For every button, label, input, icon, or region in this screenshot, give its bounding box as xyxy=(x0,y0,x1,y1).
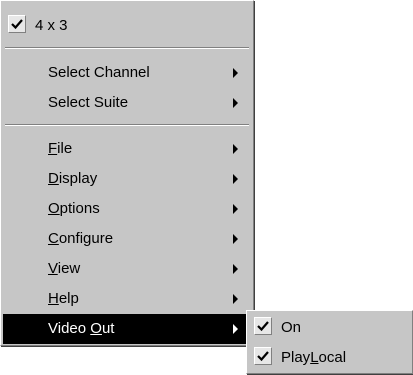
menu-item-select-channel[interactable]: Select Channel xyxy=(3,58,251,88)
menu-item-label-rest: elp xyxy=(58,290,79,307)
submenu-arrow-icon xyxy=(233,324,238,334)
submenu-arrow-icon xyxy=(233,144,238,154)
menu-item-label: On xyxy=(281,319,302,336)
menu-item-label: Select Suite xyxy=(48,94,129,111)
menu-item-label-pre: Video xyxy=(48,320,91,337)
checkmark-icon xyxy=(254,317,272,335)
accelerator-key: F xyxy=(48,140,58,157)
menu-item-select-suite[interactable]: Select Suite xyxy=(3,88,251,118)
menu-item-4x3[interactable]: 4 x 3 xyxy=(3,11,251,41)
menu-separator xyxy=(5,124,249,126)
context-menu: 4 x 3 Select Channel Select Suite File D… xyxy=(0,0,254,346)
checkmark-icon xyxy=(254,347,272,365)
video-out-submenu: On PlayLocal xyxy=(246,310,413,374)
submenu-arrow-icon xyxy=(233,68,238,78)
menu-item-label-rest: iew xyxy=(57,260,81,277)
menu-item-configure[interactable]: Configure xyxy=(3,224,251,254)
submenu-arrow-icon xyxy=(233,204,238,214)
menu-item-display[interactable]: Display xyxy=(3,164,251,194)
menu-item-help[interactable]: Help xyxy=(3,284,251,314)
submenu-arrow-icon xyxy=(233,264,238,274)
menu-item-label: PlayLocal xyxy=(281,349,346,367)
menu-item-label-rest: onfigure xyxy=(58,230,114,247)
menu-item-label: Display xyxy=(48,170,97,188)
submenu-arrow-icon xyxy=(233,234,238,244)
menu-item-label: Options xyxy=(48,200,100,218)
menu-item-label: Video Out xyxy=(48,320,114,338)
submenu-item-on[interactable]: On xyxy=(249,313,410,343)
menu-separator xyxy=(5,47,249,49)
submenu-arrow-icon xyxy=(233,174,238,184)
menu-item-options[interactable]: Options xyxy=(3,194,251,224)
menu-item-label-rest: ocal xyxy=(318,349,347,366)
menu-item-view[interactable]: View xyxy=(3,254,251,284)
menu-item-label-rest: isplay xyxy=(58,170,98,187)
menu-item-label: Configure xyxy=(48,230,113,248)
accelerator-key: V xyxy=(48,260,58,277)
menu-item-label: View xyxy=(48,260,80,278)
submenu-item-playlocal[interactable]: PlayLocal xyxy=(249,343,410,373)
accelerator-key: D xyxy=(48,170,59,187)
menu-item-label: Help xyxy=(48,290,79,308)
accelerator-key: O xyxy=(90,320,102,337)
accelerator-key: C xyxy=(48,230,59,247)
menu-item-file[interactable]: File xyxy=(3,134,251,164)
menu-item-label-rest: ut xyxy=(101,320,115,337)
menu-item-label-rest: ile xyxy=(57,140,73,157)
menu-item-label: File xyxy=(48,140,72,158)
menu-item-video-out[interactable]: Video Out xyxy=(3,314,251,344)
accelerator-key: L xyxy=(310,349,319,366)
menu-item-label: Select Channel xyxy=(48,64,150,81)
submenu-arrow-icon xyxy=(233,294,238,304)
submenu-arrow-icon xyxy=(233,98,238,108)
menu-item-label-rest: ptions xyxy=(59,200,100,217)
checkmark-icon xyxy=(8,15,26,33)
menu-item-label: 4 x 3 xyxy=(35,17,68,34)
accelerator-key: O xyxy=(48,200,60,217)
accelerator-key: H xyxy=(48,290,59,307)
menu-item-label-pre: Play xyxy=(281,349,311,366)
